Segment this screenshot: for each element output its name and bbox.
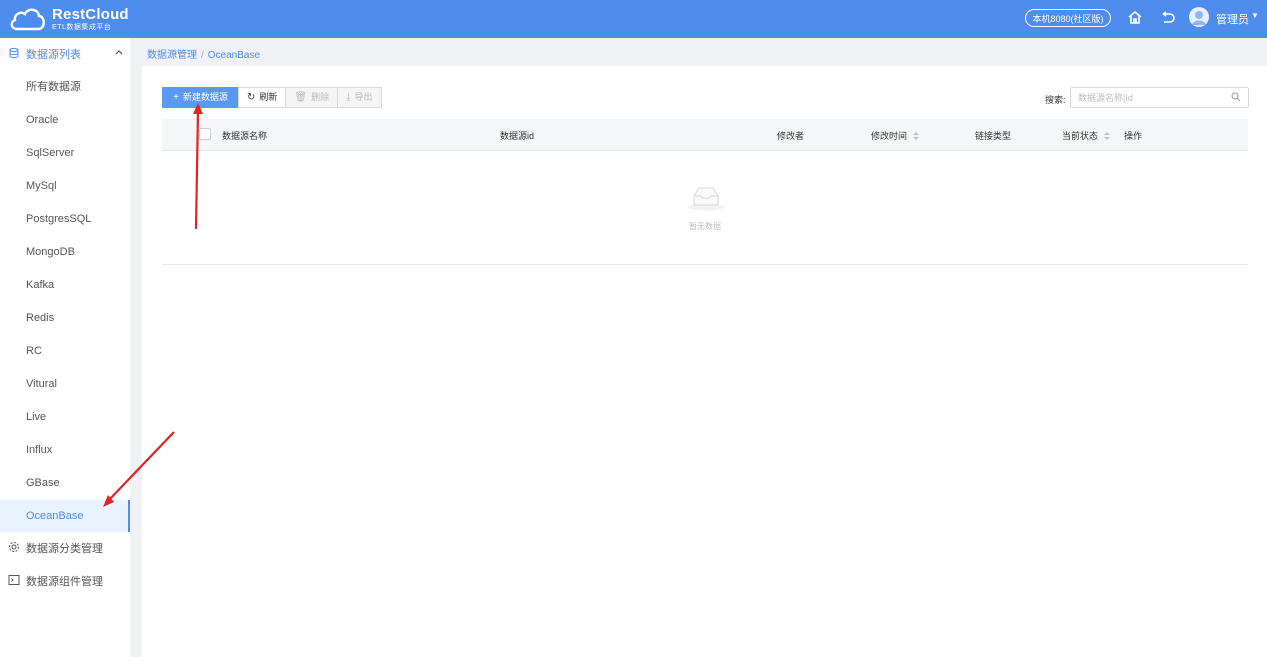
- user-avatar[interactable]: [1189, 7, 1209, 27]
- trash-icon: 🗑: [294, 92, 308, 103]
- sidebar-item-postgressql[interactable]: PostgresSQL: [0, 203, 130, 235]
- breadcrumb-separator: /: [201, 50, 204, 61]
- new-datasource-label: 新建数据源: [182, 92, 228, 102]
- sidebar-item-mongodb[interactable]: MongoDB: [0, 236, 130, 268]
- column-modified-time-header[interactable]: 修改时间: [871, 129, 920, 142]
- sort-icon[interactable]: [913, 132, 920, 141]
- main-panel: + 新建数据源 ↻ 刷新 🗑 删除 ⤓ 导出 搜索: 数据源名称 数据源id 修…: [142, 66, 1267, 657]
- refresh-button[interactable]: ↻ 刷新: [238, 87, 287, 108]
- table-header: 数据源名称 数据源id 修改者 修改时间 链接类型 当前状态 操作: [162, 119, 1248, 151]
- delete-button[interactable]: 🗑 删除: [285, 87, 339, 108]
- breadcrumb: 数据源管理 / OceanBase: [147, 46, 260, 61]
- top-header: RestCloud ETL数据集成平台 本机8080(社区版) 管理员 ▼: [0, 0, 1267, 38]
- column-actions: 操作: [1124, 131, 1143, 141]
- refresh-label: 刷新: [259, 92, 278, 102]
- column-modifier: 修改者: [777, 131, 805, 141]
- sidebar-item-gbase[interactable]: GBase: [0, 467, 130, 499]
- sidebar-item-vitural[interactable]: Vitural: [0, 368, 130, 400]
- sidebar-item-oracle[interactable]: Oracle: [0, 104, 130, 136]
- plus-icon: +: [173, 92, 179, 103]
- sidebar-item-influx[interactable]: Influx: [0, 434, 130, 466]
- sidebar-group-label: 数据源列表: [26, 49, 81, 61]
- sidebar-item-oceanbase[interactable]: OceanBase: [0, 500, 130, 532]
- sidebar-item-redis[interactable]: Redis: [0, 302, 130, 334]
- chevron-up-icon[interactable]: [114, 47, 124, 57]
- search-field: [1070, 87, 1249, 108]
- settings-icon: [9, 542, 19, 552]
- breadcrumb-root[interactable]: 数据源管理: [147, 50, 197, 61]
- sidebar-item-all[interactable]: 所有数据源: [0, 71, 130, 103]
- refresh-icon: ↻: [247, 92, 256, 103]
- user-name[interactable]: 管理员: [1216, 11, 1249, 27]
- home-icon[interactable]: [1126, 9, 1144, 27]
- user-avatar-icon: [1192, 11, 1206, 25]
- terminal-icon: [8, 575, 20, 585]
- empty-inbox-icon: [688, 187, 724, 211]
- sidebar-group-label: 数据源组件管理: [26, 576, 103, 588]
- column-status: 当前状态: [1062, 131, 1099, 141]
- delete-label: 删除: [311, 92, 330, 102]
- sidebar-item-kafka[interactable]: Kafka: [0, 269, 130, 301]
- breadcrumb-current: OceanBase: [207, 50, 261, 61]
- column-name: 数据源名称: [222, 131, 268, 141]
- download-icon: ⤓: [346, 92, 351, 103]
- column-modified-time: 修改时间: [871, 131, 908, 141]
- column-id: 数据源id: [500, 131, 535, 141]
- environment-badge[interactable]: 本机8080(社区版): [1025, 9, 1111, 27]
- export-button[interactable]: ⤓ 导出: [337, 87, 382, 108]
- sidebar-item-rc[interactable]: RC: [0, 335, 130, 367]
- search-input[interactable]: [1071, 88, 1235, 107]
- search-icon[interactable]: [1231, 92, 1241, 102]
- sidebar-item-sqlserver[interactable]: SqlServer: [0, 137, 130, 169]
- logo-subtitle: ETL数据集成平台: [52, 24, 112, 31]
- app-logo[interactable]: RestCloud ETL数据集成平台: [8, 3, 129, 35]
- new-datasource-button[interactable]: + 新建数据源: [162, 87, 239, 108]
- cloud-logo-icon: [10, 8, 45, 31]
- sidebar-group-component[interactable]: 数据源组件管理: [0, 565, 130, 597]
- sidebar-item-mysql[interactable]: MySql: [0, 170, 130, 202]
- back-icon[interactable]: [1159, 9, 1177, 27]
- sort-icon[interactable]: [1104, 132, 1111, 141]
- column-link-type: 链接类型: [975, 131, 1012, 141]
- database-icon: [9, 47, 19, 58]
- sidebar-group-category[interactable]: 数据源分类管理: [0, 532, 130, 564]
- column-status-header[interactable]: 当前状态: [1062, 129, 1111, 142]
- sidebar-group-label: 数据源分类管理: [26, 543, 103, 555]
- sidebar: 数据源列表 所有数据源 Oracle SqlServer MySql Postg…: [0, 38, 130, 657]
- empty-state: 暂无数据: [162, 151, 1248, 265]
- chevron-down-icon[interactable]: ▼: [1251, 11, 1259, 20]
- sidebar-item-live[interactable]: Live: [0, 401, 130, 433]
- sidebar-group-datasource-list[interactable]: 数据源列表: [0, 38, 130, 70]
- search-label: 搜索:: [1045, 95, 1066, 105]
- export-label: 导出: [354, 92, 373, 102]
- empty-text: 暂无数据: [689, 222, 721, 231]
- select-all-checkbox[interactable]: [199, 128, 211, 140]
- toolbar: + 新建数据源 ↻ 刷新 🗑 删除 ⤓ 导出: [162, 87, 382, 108]
- logo-name: RestCloud: [52, 6, 129, 23]
